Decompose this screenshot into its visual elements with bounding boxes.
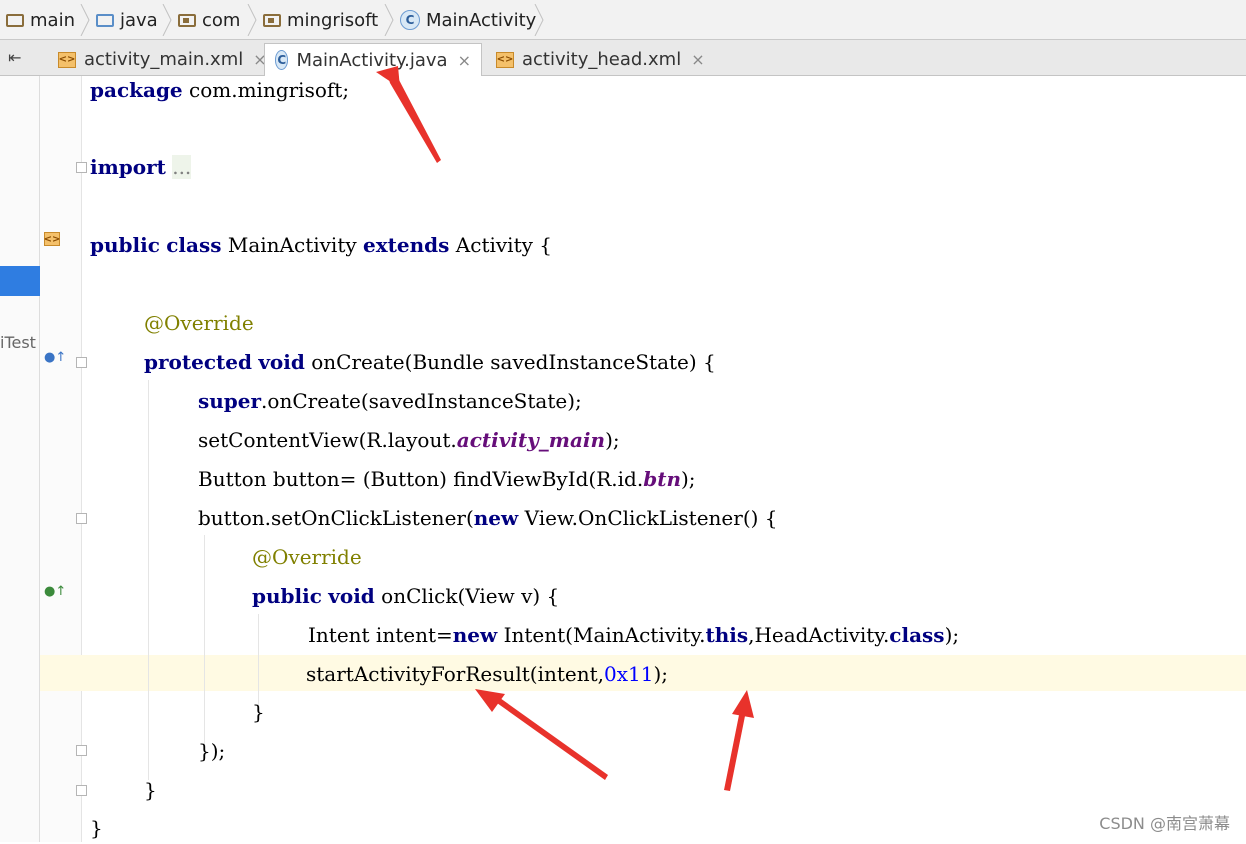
arrow-to-method xyxy=(497,698,608,780)
watermark: CSDN @南宫萧幕 xyxy=(1099,814,1230,833)
arrow-to-tab-head xyxy=(376,66,400,88)
arrow-to-number xyxy=(724,710,746,791)
annotation-arrows xyxy=(376,66,754,791)
arrow-to-number-head xyxy=(732,690,754,718)
